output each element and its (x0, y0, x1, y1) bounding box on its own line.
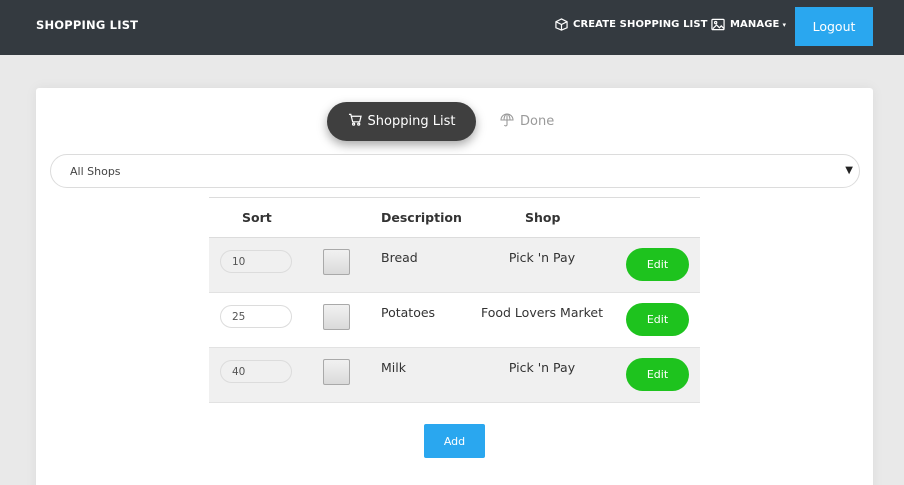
edit-button[interactable]: Edit (626, 248, 689, 281)
select-arrow-icon: ▼ (845, 165, 853, 176)
create-shopping-list-link[interactable]: CREATE SHOPPING LIST (555, 18, 708, 31)
table-header: Sort Description Shop (209, 198, 700, 238)
brand-title[interactable]: SHOPPING LIST (36, 18, 138, 32)
top-navbar: SHOPPING LIST CREATE SHOPPING LIST MANAG… (0, 0, 904, 55)
chevron-down-icon: ▾ (782, 20, 787, 29)
header-shop[interactable]: Shop (525, 210, 560, 225)
umbrella-icon (500, 112, 514, 131)
edit-button[interactable]: Edit (626, 303, 689, 336)
manage-label: MANAGE (730, 19, 780, 30)
table-row: Bread Pick 'n Pay Edit (209, 238, 700, 293)
create-shopping-list-label: CREATE SHOPPING LIST (573, 19, 708, 30)
tab-done-label: Done (520, 114, 555, 129)
tab-done[interactable]: Done (500, 102, 560, 141)
header-description[interactable]: Description (381, 210, 462, 225)
item-shop: Food Lovers Market (480, 305, 604, 320)
done-checkbox[interactable] (323, 249, 350, 275)
done-checkbox[interactable] (323, 304, 350, 330)
logout-button[interactable]: Logout (795, 7, 873, 46)
item-description: Bread (381, 250, 418, 265)
header-sort[interactable]: Sort (242, 210, 272, 225)
sort-input[interactable] (220, 360, 292, 383)
item-description: Potatoes (381, 305, 436, 320)
shop-filter-value: All Shops (70, 164, 121, 178)
add-item-button[interactable]: Add (424, 424, 485, 458)
table-row: Potatoes Food Lovers Market Edit (209, 293, 700, 348)
shop-filter-select[interactable]: All Shops ▼ (50, 154, 860, 188)
manage-dropdown[interactable]: MANAGE ▾ (711, 18, 786, 31)
edit-button[interactable]: Edit (626, 358, 689, 391)
tab-shopping-list[interactable]: Shopping List (327, 102, 476, 141)
sort-input[interactable] (220, 305, 292, 328)
image-icon (711, 18, 725, 31)
shopping-list-table: Sort Description Shop Bread Pick 'n Pay … (209, 197, 700, 403)
cart-icon (348, 113, 362, 130)
item-shop: Pick 'n Pay (508, 250, 576, 265)
item-description: Milk (381, 360, 406, 375)
item-shop: Pick 'n Pay (508, 360, 576, 375)
sort-input[interactable] (220, 250, 292, 273)
table-row: Milk Pick 'n Pay Edit (209, 348, 700, 403)
tab-shopping-list-label: Shopping List (367, 114, 456, 129)
done-checkbox[interactable] (323, 359, 350, 385)
box-icon (555, 18, 568, 31)
